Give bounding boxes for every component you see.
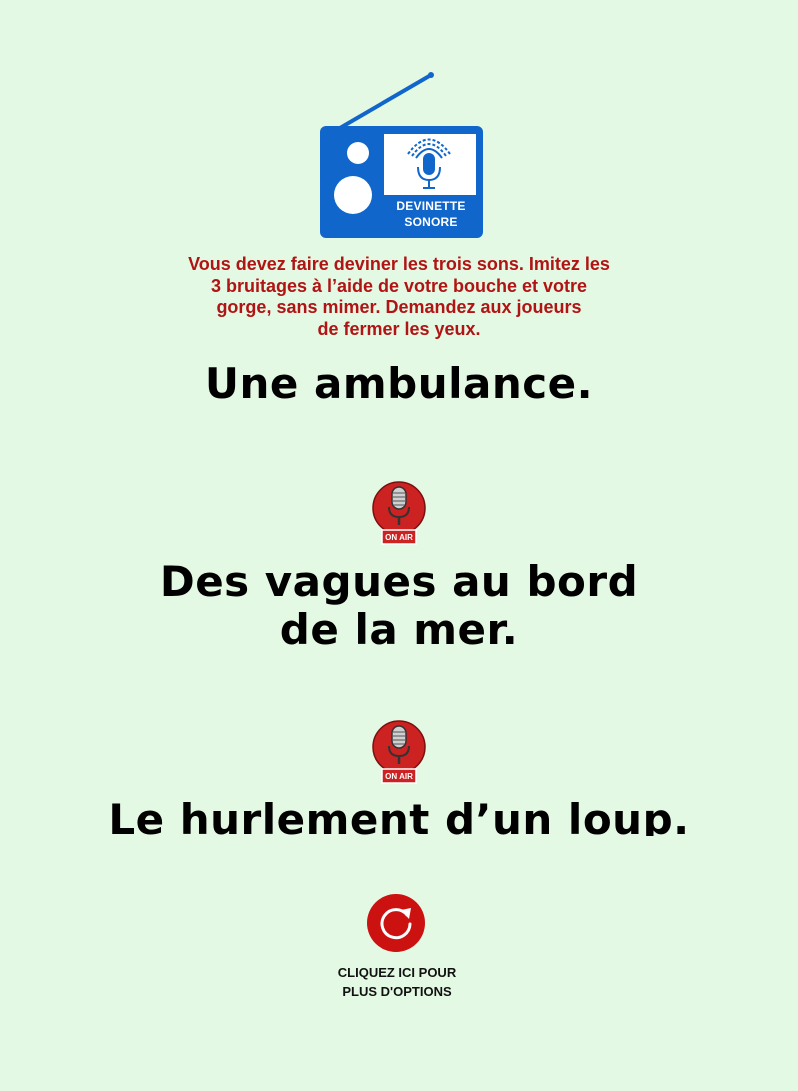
- instructions-text: Vous devez faire deviner les trois sons.…: [130, 254, 668, 340]
- more-options-line: PLUS D'OPTIONS: [342, 984, 452, 999]
- on-air-microphone-icon: ON AIR: [372, 720, 426, 784]
- logo-title-line2: SONORE: [404, 215, 458, 229]
- logo-title-line1: DEVINETTE: [396, 199, 466, 213]
- refresh-icon: [367, 894, 425, 952]
- logo-title: DEVINETTE SONORE: [385, 198, 477, 230]
- answer-2: Des vagues au bord de la mer.: [0, 558, 798, 654]
- answer-3: Le hurlement d’un loup.: [0, 796, 798, 836]
- radio-logo: DEVINETTE SONORE: [318, 70, 488, 242]
- on-air-separator: ON AIR: [369, 720, 429, 786]
- on-air-separator: ON AIR: [369, 481, 429, 547]
- instructions-line: 3 bruitages à l’aide de votre bouche et …: [210, 275, 588, 296]
- instructions-line: Vous devez faire deviner les trois sons.…: [188, 254, 610, 274]
- answer-2-line: Des vagues au bord: [159, 557, 639, 606]
- on-air-label: ON AIR: [385, 772, 413, 781]
- on-air-microphone-icon: ON AIR: [372, 481, 426, 545]
- more-options-button[interactable]: [366, 893, 426, 953]
- instructions-line: de fermer les yeux.: [317, 318, 481, 339]
- on-air-label: ON AIR: [385, 533, 413, 542]
- instructions-line: gorge, sans mimer. Demandez aux joueurs: [216, 297, 582, 317]
- answer-1: Une ambulance.: [0, 360, 798, 408]
- answer-2-line: de la mer.: [279, 605, 519, 654]
- more-options-line: CLIQUEZ ICI POUR: [337, 965, 457, 980]
- answer-1-line: Une ambulance.: [204, 359, 594, 408]
- answer-3-line: Le hurlement d’un loup.: [108, 796, 690, 836]
- more-options-link[interactable]: CLIQUEZ ICI POUR PLUS D'OPTIONS: [297, 963, 497, 1001]
